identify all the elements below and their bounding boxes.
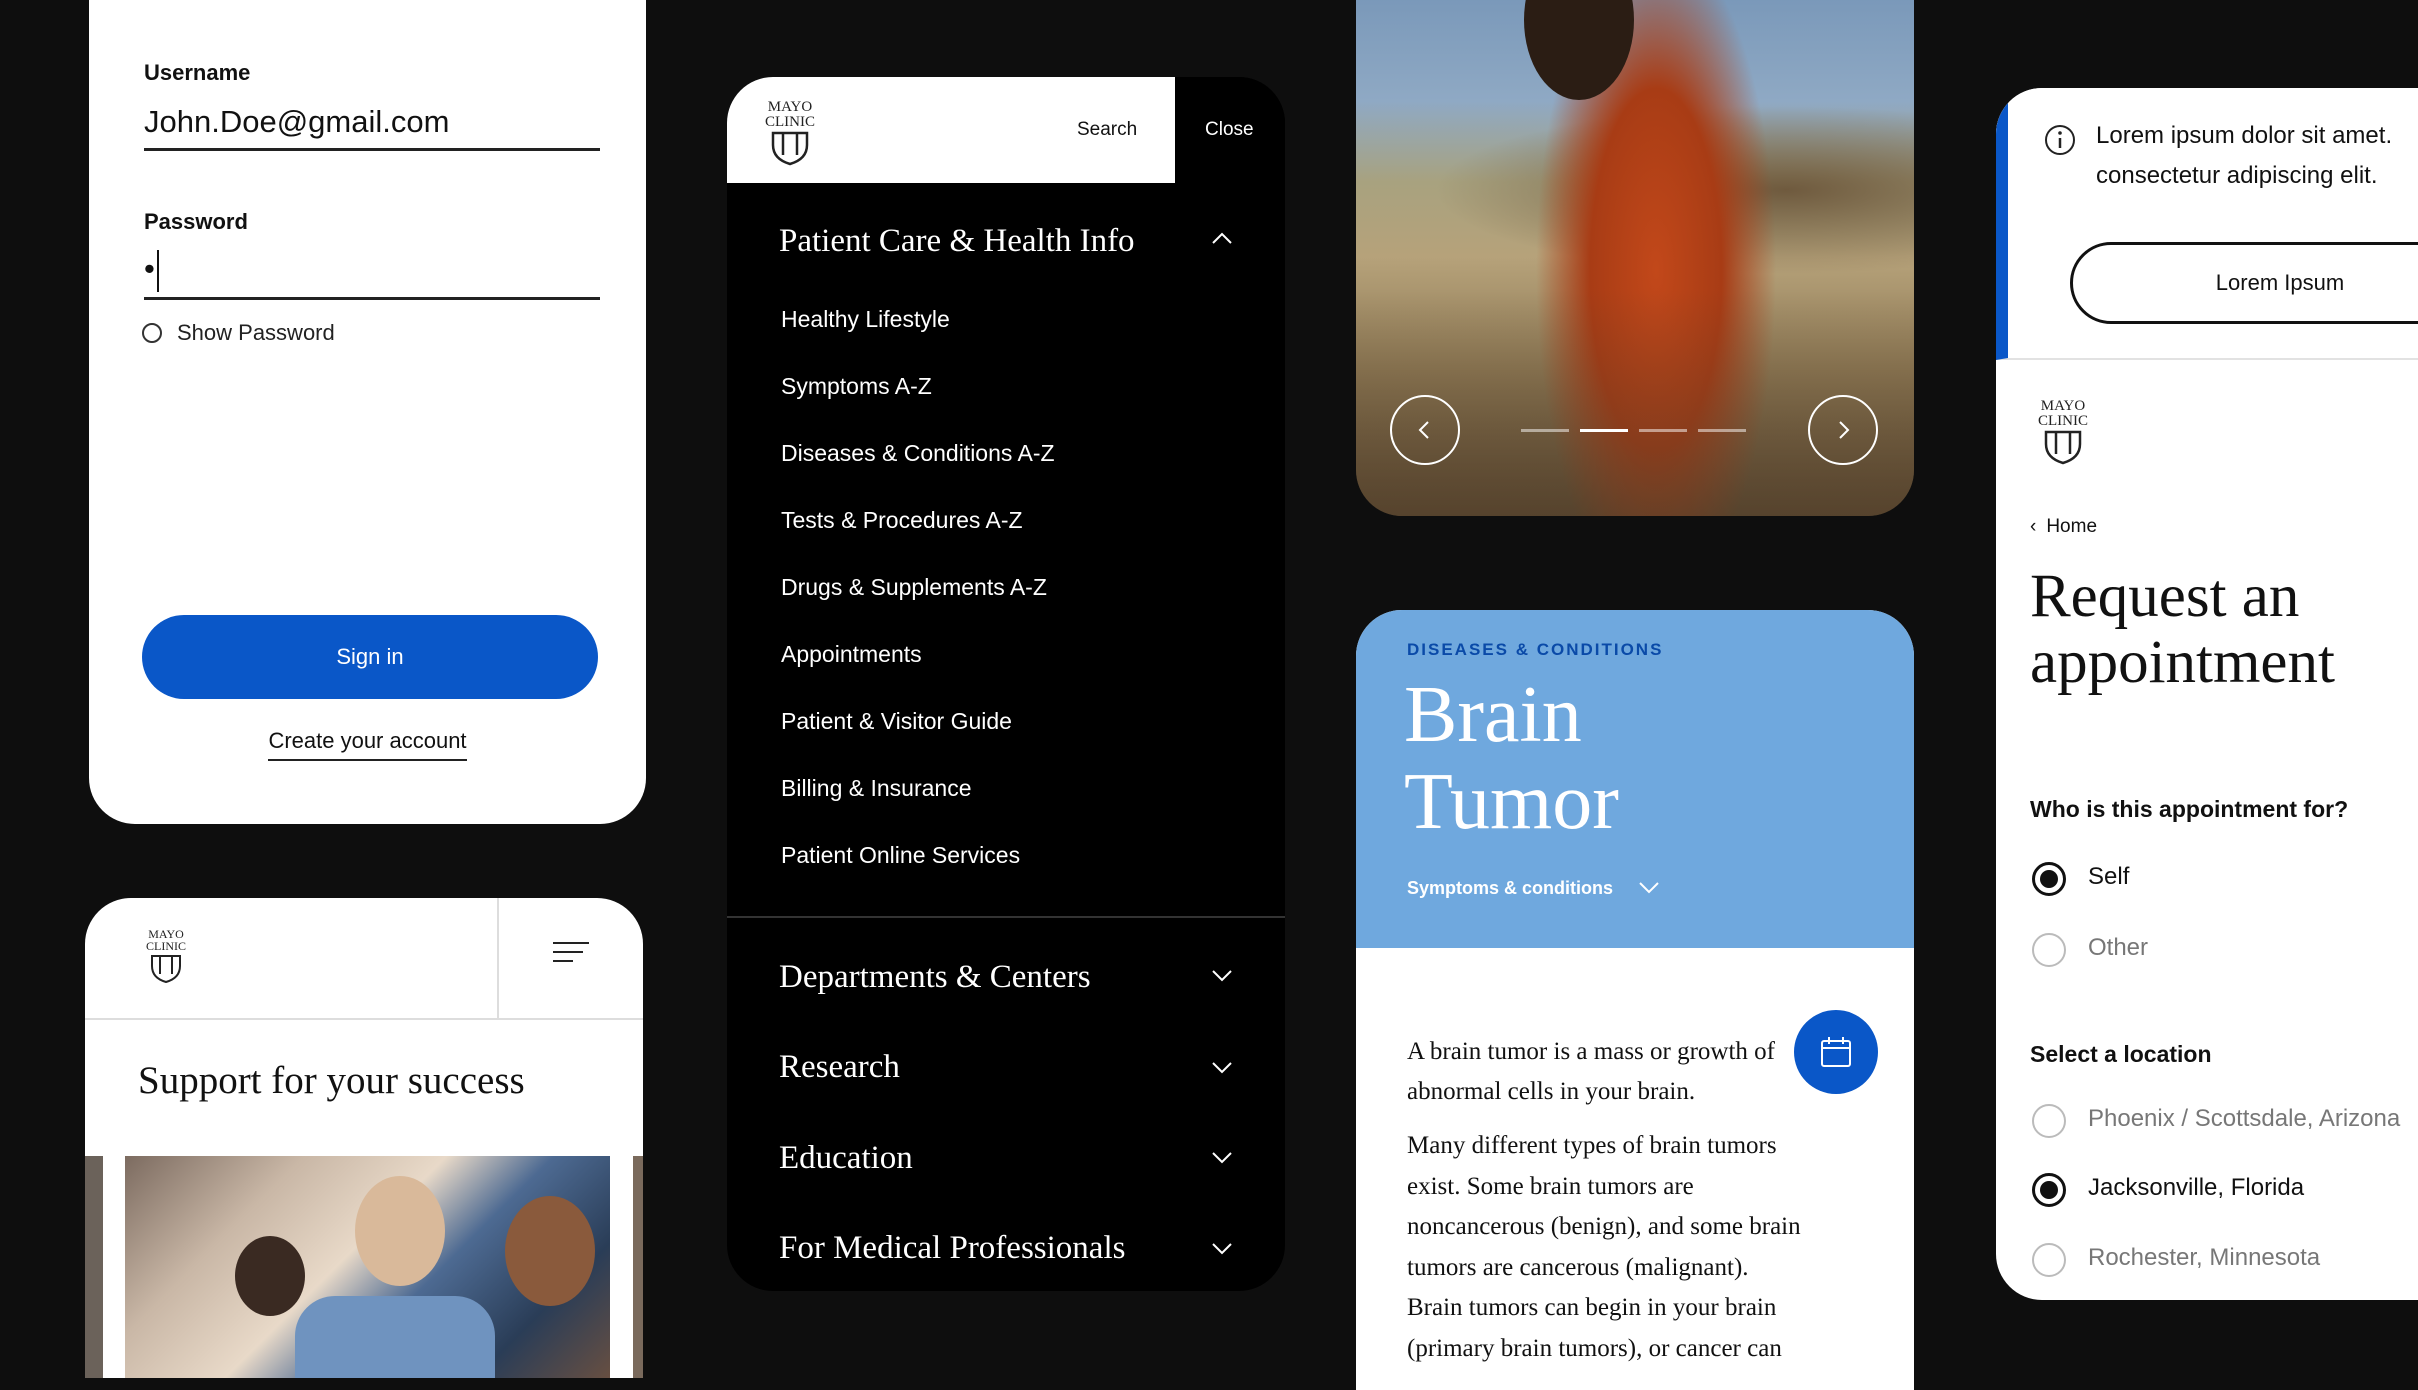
menu-item-drugs[interactable]: Drugs & Supplements A-Z — [781, 574, 1047, 601]
logo-text-2: CLINIC — [765, 114, 815, 130]
appointment-fab[interactable] — [1794, 1010, 1878, 1094]
body-line-5: Brain tumors can begin in your brain — [1407, 1294, 1777, 1321]
chevron-down-icon[interactable] — [1638, 880, 1660, 894]
mayo-logo[interactable]: MAYO CLINIC — [2030, 396, 2096, 471]
navigation-menu: MAYO CLINIC Search Close Patient Care & … — [727, 77, 1285, 1291]
article-title-line2: Tumor — [1404, 758, 1619, 846]
mayo-logo[interactable]: MAYO CLINIC — [757, 97, 823, 172]
create-account-link[interactable]: Create your account — [268, 728, 467, 761]
hamburger-menu-icon[interactable] — [553, 942, 589, 966]
carousel-dot[interactable] — [1639, 429, 1687, 432]
info-icon — [2045, 125, 2075, 155]
radio-jacksonville-label[interactable]: Jacksonville, Florida — [2088, 1174, 2304, 1202]
carousel-next-photo — [633, 1156, 643, 1378]
menu-item-online-services[interactable]: Patient Online Services — [781, 842, 1020, 869]
chevron-down-icon[interactable] — [1210, 1145, 1234, 1169]
close-button[interactable]: Close — [1205, 119, 1254, 141]
page-title: Request an appointment — [2030, 564, 2335, 696]
username-underline — [144, 148, 600, 151]
login-card: Username John.Doe@gmail.com Password • S… — [89, 0, 646, 824]
chevron-left-icon: ‹ — [2030, 516, 2037, 537]
page-title-line1: Request an — [2030, 563, 2300, 630]
carousel-prev-photo — [85, 1156, 103, 1378]
carousel-dot[interactable] — [1698, 429, 1746, 432]
menu-item-billing[interactable]: Billing & Insurance — [781, 775, 972, 802]
menu-item-appointments[interactable]: Appointments — [781, 641, 922, 668]
section-divider — [727, 916, 1285, 918]
password-underline — [144, 297, 600, 300]
carousel-dot-active[interactable] — [1580, 429, 1628, 432]
section-patient-care[interactable]: Patient Care & Health Info — [779, 223, 1135, 260]
alert-text-2: consectetur adipiscing elit. — [2096, 162, 2378, 189]
chevron-right-icon — [1839, 421, 1850, 439]
logo-text-1: MAYO — [768, 99, 813, 115]
username-label: Username — [144, 60, 251, 85]
chevron-up-icon[interactable] — [1210, 227, 1234, 251]
show-password-radio[interactable] — [142, 323, 162, 343]
header-divider — [497, 898, 499, 1018]
section-education[interactable]: Education — [779, 1140, 913, 1177]
menu-item-tests[interactable]: Tests & Procedures A-Z — [781, 507, 1023, 534]
section-departments[interactable]: Departments & Centers — [779, 959, 1091, 996]
section-medical-professionals[interactable]: For Medical Professionals — [779, 1230, 1125, 1267]
body-line-2: exist. Some brain tumors are — [1407, 1173, 1694, 1200]
section-research[interactable]: Research — [779, 1049, 900, 1086]
carousel-next-button[interactable] — [1808, 395, 1878, 465]
support-title: Support for your success — [138, 1059, 525, 1102]
menu-item-symptoms[interactable]: Symptoms A-Z — [781, 373, 932, 400]
breadcrumb[interactable]: ‹ Home — [2030, 516, 2097, 538]
menu-item-diseases[interactable]: Diseases & Conditions A-Z — [781, 440, 1055, 467]
radio-other[interactable] — [2032, 933, 2066, 967]
who-question: Who is this appointment for? — [2030, 796, 2349, 822]
hero-carousel — [1356, 0, 1914, 516]
body-line-3: noncancerous (benign), and some brain — [1407, 1213, 1801, 1240]
alert-text-1: Lorem ipsum dolor sit amet. — [2096, 122, 2393, 149]
radio-phoenix-label[interactable]: Phoenix / Scottsdale, Arizona — [2088, 1105, 2400, 1133]
search-button[interactable]: Search — [1077, 119, 1137, 141]
password-value: • — [144, 251, 155, 287]
category-label[interactable]: DISEASES & CONDITIONS — [1407, 640, 1663, 660]
support-card: MAYO CLINIC Support for your success — [85, 898, 643, 1378]
sign-in-button[interactable]: Sign in — [142, 615, 598, 699]
radio-other-label[interactable]: Other — [2088, 934, 2148, 962]
menu-item-healthy-lifestyle[interactable]: Healthy Lifestyle — [781, 306, 950, 333]
alert-banner: Lorem ipsum dolor sit amet. consectetur … — [1996, 88, 2418, 360]
password-field[interactable]: • — [144, 250, 159, 292]
logo-text-1: MAYO — [2041, 398, 2086, 414]
chevron-left-icon — [1418, 421, 1429, 439]
chevron-down-icon[interactable] — [1210, 1236, 1234, 1260]
calendar-icon — [1821, 1037, 1851, 1067]
radio-jacksonville[interactable] — [2032, 1173, 2066, 1207]
page-title-line2: appointment — [2030, 629, 2335, 696]
subnav-dropdown[interactable]: Symptoms & conditions — [1407, 878, 1613, 899]
brain-tumor-card: DISEASES & CONDITIONS Brain Tumor Sympto… — [1356, 610, 1914, 1390]
logo-text-2: CLINIC — [2038, 413, 2088, 429]
appointment-card: Lorem ipsum dolor sit amet. consectetur … — [1996, 88, 2418, 1300]
carousel-prev-button[interactable] — [1390, 395, 1460, 465]
menu-item-patient-guide[interactable]: Patient & Visitor Guide — [781, 708, 1012, 735]
username-field[interactable]: John.Doe@gmail.com — [144, 104, 449, 140]
hero-photo-hair — [1524, 0, 1634, 100]
chevron-down-icon[interactable] — [1210, 1055, 1234, 1079]
radio-rochester-label[interactable]: Rochester, Minnesota — [2088, 1244, 2320, 1272]
radio-self-label[interactable]: Self — [2088, 863, 2129, 891]
article-title-line1: Brain — [1404, 671, 1582, 759]
body-line-4: tumors are cancerous (malignant). — [1407, 1254, 1749, 1281]
radio-rochester[interactable] — [2032, 1243, 2066, 1277]
password-label: Password — [144, 209, 248, 234]
text-cursor — [156, 250, 159, 292]
body-line-1: Many different types of brain tumors — [1407, 1132, 1777, 1159]
team-photo — [125, 1156, 610, 1378]
location-question: Select a location — [2030, 1041, 2212, 1067]
chevron-down-icon[interactable] — [1210, 963, 1234, 987]
alert-action-button[interactable]: Lorem Ipsum — [2070, 242, 2418, 324]
mayo-logo[interactable]: MAYO CLINIC — [140, 926, 192, 989]
carousel-dot[interactable] — [1521, 429, 1569, 432]
radio-self[interactable] — [2032, 862, 2066, 896]
logo-text-2: CLINIC — [146, 939, 186, 953]
body-line-6: (primary brain tumors), or cancer can — [1407, 1335, 1782, 1362]
show-password-label[interactable]: Show Password — [177, 320, 335, 346]
breadcrumb-home[interactable]: Home — [2046, 516, 2097, 537]
radio-phoenix[interactable] — [2032, 1104, 2066, 1138]
